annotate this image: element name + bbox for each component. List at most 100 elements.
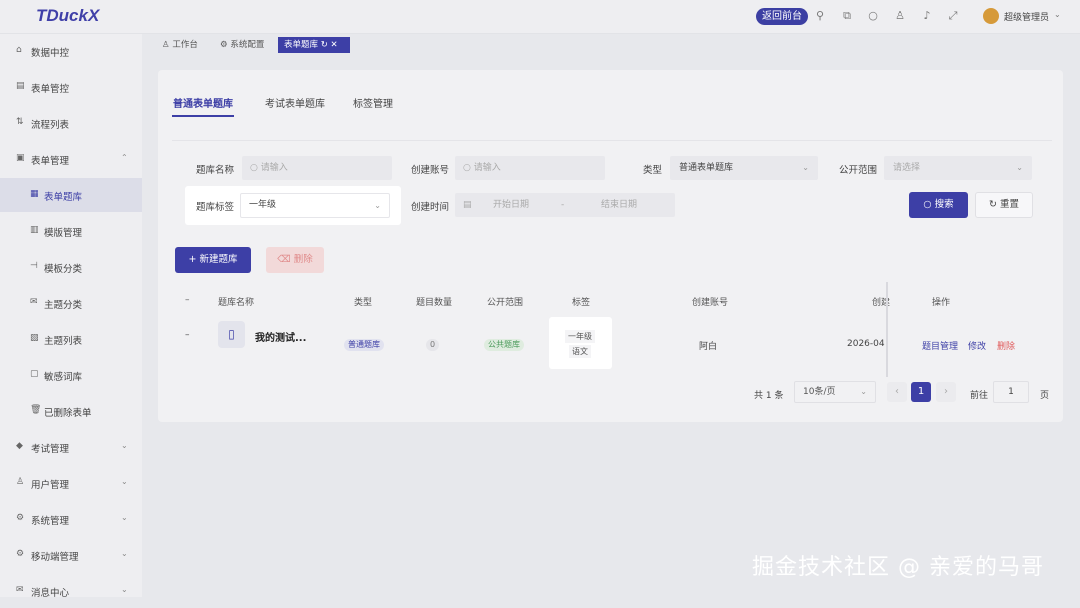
prev-page-button[interactable]: ‹	[887, 382, 907, 402]
search-icon: ○	[250, 163, 261, 173]
sidebar-item-question-bank[interactable]: ▦ 表单题库	[0, 178, 142, 212]
fullscreen-icon[interactable]: ⤢	[946, 9, 960, 23]
bell-icon[interactable]: ♪	[920, 9, 934, 23]
avatar[interactable]	[983, 8, 999, 24]
sidebar-item-template-management[interactable]: ▥ 模版管理	[0, 214, 142, 248]
sidebar-item-user-management[interactable]: ♙ 用户管理 ⌄	[0, 466, 142, 500]
tag-filter-label: 题库标签	[196, 202, 235, 213]
tab-bar: ♙ 工作台 ⚙ 系统配置 表单题库 ↻ ✕	[142, 34, 1080, 56]
home-icon: ⌂	[16, 45, 22, 55]
type-select[interactable]: 普通表单题库 ⌄	[670, 156, 818, 180]
trash-icon: ⌫	[277, 254, 294, 265]
account-label: 创建账号	[411, 165, 450, 176]
template-icon: ▥	[30, 225, 39, 235]
sidebar-item-sensitive-words[interactable]: ▢ 敏感词库	[0, 358, 142, 392]
translate-icon[interactable]: ⧉	[840, 9, 854, 23]
row-checkbox[interactable]: –	[185, 330, 190, 340]
bank-name-label: 题库名称	[196, 165, 235, 176]
created-value: 2026-04-1	[847, 339, 885, 349]
new-bank-button[interactable]: + 新建题库	[175, 247, 251, 273]
bank-name-input[interactable]: ○ 请输入	[242, 156, 392, 180]
search-icon: ○	[463, 163, 474, 173]
search-button[interactable]: ○ 搜索	[909, 192, 968, 218]
sidebar-item-form-control[interactable]: ▤ 表单管控	[0, 70, 142, 104]
account-input[interactable]: ○ 请输入	[455, 156, 605, 180]
grid-icon: ▦	[30, 189, 39, 199]
time-label: 创建时间	[411, 202, 450, 213]
type-tag: 普通题库	[344, 339, 384, 351]
category-icon: ⊣	[30, 261, 38, 271]
col-scope: 公开范围	[487, 298, 524, 308]
refresh-icon[interactable]: ↻	[321, 40, 328, 50]
top-bar: TDuckX 返回前台 ⚲ ⧉ ○ ♙ ♪ ⤢ 超级管理员 ⌄	[0, 0, 1080, 34]
sensitive-icon: ▢	[30, 369, 39, 379]
search-icon[interactable]: ○	[866, 9, 880, 23]
sidebar-item-dashboard[interactable]: ⌂ 数据中控	[0, 34, 142, 68]
trash-icon: 🗑	[30, 405, 42, 415]
refresh-icon: ↻	[989, 199, 1000, 210]
message-icon: ✉	[16, 585, 24, 595]
active-tab-indicator	[172, 115, 234, 117]
shirt-icon[interactable]: ♙	[893, 9, 907, 23]
page-1-button[interactable]: 1	[911, 382, 931, 402]
total-count: 共 1 条	[754, 391, 784, 401]
edit-link[interactable]: 修改	[968, 339, 986, 352]
col-type: 类型	[354, 298, 373, 308]
tab-exam-bank[interactable]: 考试表单题库	[265, 95, 325, 110]
next-page-button[interactable]: ›	[936, 382, 956, 402]
page-size-select[interactable]: 10条/页 ⌄	[794, 381, 876, 403]
delete-link[interactable]: 删除	[997, 339, 1015, 352]
chevron-down-icon: ⌄	[121, 585, 128, 594]
sidebar-item-theme-category[interactable]: ✉ 主题分类	[0, 286, 142, 320]
sidebar-item-deleted-forms[interactable]: 🗑 已删除表单	[0, 394, 142, 428]
sidebar-item-template-category[interactable]: ⊣ 模板分类	[0, 250, 142, 284]
tab-normal-bank[interactable]: 普通表单题库	[173, 95, 233, 110]
delete-button[interactable]: ⌫ 删除	[266, 247, 324, 273]
page-suffix: 页	[1040, 391, 1050, 401]
watermark: 掘金技术社区 @ 亲爱的马哥	[752, 555, 1044, 580]
tab-system-config[interactable]: ⚙ 系统配置	[220, 37, 264, 53]
tag-filter-select[interactable]: 一年级 ⌄	[240, 193, 390, 218]
scope-tag: 公共题库	[484, 339, 524, 351]
sidebar-item-flow-list[interactable]: ⇅ 流程列表	[0, 106, 142, 140]
scope-select[interactable]: 请选择 ⌄	[884, 156, 1032, 180]
col-tags: 标签	[572, 298, 591, 308]
tab-question-bank[interactable]: 表单题库 ↻ ✕	[278, 37, 350, 53]
col-count: 题目数量	[416, 298, 453, 308]
reset-button[interactable]: ↻ 重置	[975, 192, 1033, 218]
tag-chip: 语文	[569, 345, 591, 358]
admin-name[interactable]: 超级管理员	[1004, 10, 1049, 23]
chevron-down-icon: ⌄	[802, 163, 809, 172]
back-to-frontend-button[interactable]: 返回前台	[756, 8, 808, 25]
sidebar-item-mobile-management[interactable]: ⚙ 移动端管理 ⌄	[0, 538, 142, 572]
sidebar-item-theme-list[interactable]: ▧ 主题列表	[0, 322, 142, 356]
tag-filter-highlight: 题库标签 一年级 ⌄	[185, 186, 401, 225]
tab-workbench[interactable]: ♙ 工作台	[162, 37, 198, 53]
settings-icon: ⚙	[220, 40, 231, 50]
date-range-picker[interactable]: ▤ 开始日期 - 结束日期	[455, 193, 675, 217]
sidebar: ⌂ 数据中控 ▤ 表单管控 ⇅ 流程列表 ▣ 表单管理 ⌃ ▦ 表单题库 ▥ 模版管理 ⊣ 模板…	[0, 34, 142, 599]
sidebar-item-system-management[interactable]: ⚙ 系统管理 ⌄	[0, 502, 142, 536]
calendar-icon: ▤	[463, 200, 472, 210]
goto-input[interactable]: 1	[993, 381, 1029, 403]
sidebar-item-form-management[interactable]: ▣ 表单管理 ⌃	[0, 142, 142, 176]
sidebar-item-message-center[interactable]: ✉ 消息中心 ⌄	[0, 574, 142, 608]
type-label: 类型	[643, 165, 663, 176]
chevron-down-icon[interactable]: ⌄	[1054, 10, 1061, 19]
bank-name[interactable]: 我的测试...	[255, 329, 306, 344]
logo: TDuckX	[36, 6, 100, 25]
col-bank-name: 题库名称	[218, 298, 255, 308]
chevron-down-icon: ⌄	[121, 549, 128, 558]
user-icon: ♙	[162, 40, 173, 50]
manage-questions-link[interactable]: 题目管理	[922, 339, 958, 352]
header-checkbox[interactable]: –	[185, 295, 190, 305]
question-bank-card: 普通表单题库 考试表单题库 标签管理 题库名称 ○ 请输入 创建账号 ○ 请输入…	[158, 70, 1063, 422]
filter-icon[interactable]: ⚲	[813, 9, 827, 23]
sidebar-item-exam-management[interactable]: ◆ 考试管理 ⌄	[0, 430, 142, 464]
tags-cell-highlight: 一年级 语文	[549, 317, 612, 369]
tab-tag-management[interactable]: 标签管理	[353, 95, 393, 110]
chevron-down-icon: ⌄	[121, 477, 128, 486]
theme-list-icon: ▧	[30, 333, 39, 343]
scope-label: 公开范围	[839, 165, 878, 176]
close-icon[interactable]: ✕	[331, 40, 338, 50]
